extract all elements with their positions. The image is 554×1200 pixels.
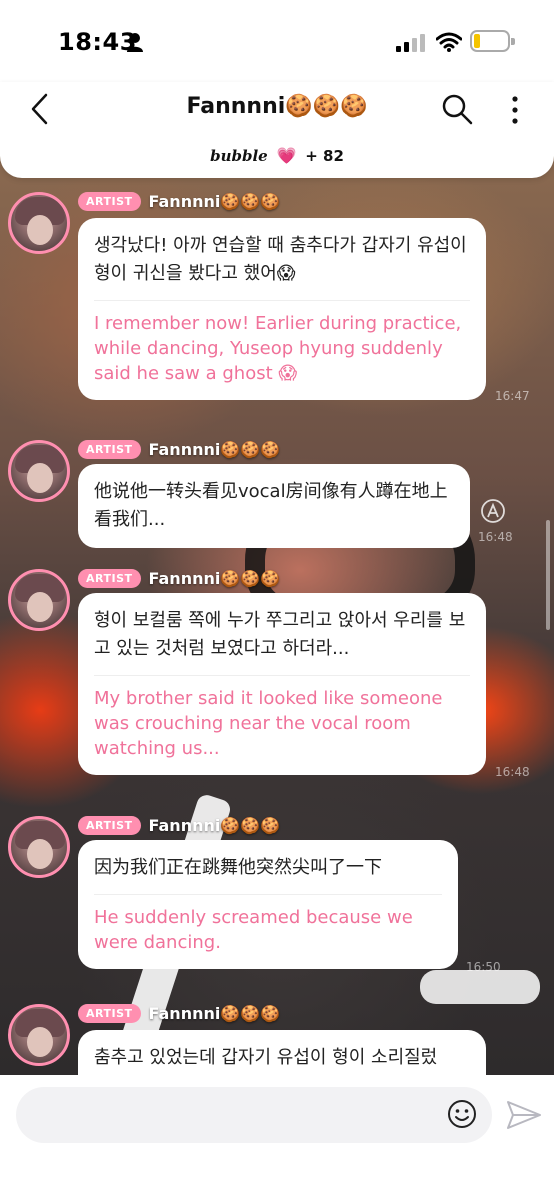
background-stripe (420, 970, 540, 1004)
message-input-bar (0, 1075, 554, 1200)
smiley-icon[interactable] (446, 1098, 478, 1130)
message-time: 16:50 (466, 960, 501, 974)
sender-name: Fannnni🍪🍪🍪 (148, 815, 281, 835)
cellular-signal-icon (396, 34, 425, 52)
message-original: 생각났다! 아까 연습할 때 춤추다가 갑자기 유섭이 형이 귀신을 봤다고 했… (94, 235, 467, 284)
sender-row: ARTIST Fannnni🍪🍪🍪 (78, 567, 280, 589)
more-vertical-icon[interactable] (500, 94, 530, 126)
bubble-logo: bubble (210, 147, 268, 165)
translate-icon[interactable] (480, 498, 506, 524)
status-bar: 18:43 (0, 0, 554, 82)
message-input[interactable] (16, 1087, 492, 1143)
message-bubble[interactable]: 他说他一转头看见vocal房间像有人蹲在地上看我们... (78, 464, 470, 548)
sender-row: ARTIST Fannnni🍪🍪🍪 (78, 190, 280, 212)
artist-badge: ARTIST (78, 1003, 141, 1023)
message-time: 16:48 (478, 530, 513, 544)
avatar[interactable] (8, 816, 70, 878)
divider (94, 675, 470, 676)
message-original: 因为我们正在跳舞他突然尖叫了一下 (94, 857, 382, 878)
message-bubble[interactable]: 因为我们正在跳舞他突然尖叫了一下 He suddenly screamed be… (78, 840, 458, 969)
chat-header: Fannnni🍪🍪🍪 bubble 💗 + 82 (0, 82, 554, 178)
artist-badge: ARTIST (78, 191, 141, 211)
subscriber-count: + 82 (305, 147, 344, 165)
message-translation: I remember now! Earlier during practice,… (94, 313, 462, 384)
sender-name: Fannnni🍪🍪🍪 (148, 568, 281, 588)
message-translation: He suddenly screamed because we were dan… (94, 907, 413, 953)
heart-icon: 💗 (276, 146, 297, 165)
sender-name: Fannnni🍪🍪🍪 (148, 1003, 281, 1023)
message-time: 16:47 (495, 389, 530, 403)
battery-icon (470, 30, 515, 52)
artist-badge: ARTIST (78, 568, 141, 588)
message-original: 他说他一转头看见vocal房间像有人蹲在地上看我们... (94, 481, 448, 530)
message-original: 춤추고 있었는데 갑자기 유섭이 형이 소리질렀 (94, 1047, 438, 1068)
sender-row: ARTIST Fannnni🍪🍪🍪 (78, 814, 280, 836)
search-icon[interactable] (440, 92, 474, 126)
artist-badge: ARTIST (78, 815, 141, 835)
message-bubble[interactable]: 생각났다! 아까 연습할 때 춤추다가 갑자기 유섭이 형이 귀신을 봤다고 했… (78, 218, 486, 400)
message-bubble[interactable]: 형이 보컬룸 쪽에 누가 쭈그리고 앉아서 우리를 보고 있는 것처럼 보였다고… (78, 593, 486, 775)
divider (94, 300, 470, 301)
avatar[interactable] (8, 1004, 70, 1066)
paper-plane-icon[interactable] (506, 1099, 542, 1131)
person-icon (127, 33, 143, 52)
avatar[interactable] (8, 440, 70, 502)
message-time: 16:48 (495, 765, 530, 779)
sender-name: Fannnni🍪🍪🍪 (148, 439, 281, 459)
message-translation: My brother said it looked like someone w… (94, 688, 443, 759)
sender-row: ARTIST Fannnni🍪🍪🍪 (78, 438, 280, 460)
wifi-icon (436, 32, 462, 52)
avatar[interactable] (8, 569, 70, 631)
artist-badge: ARTIST (78, 439, 141, 459)
avatar[interactable] (8, 192, 70, 254)
message-original: 형이 보컬룸 쪽에 누가 쭈그리고 앉아서 우리를 보고 있는 것처럼 보였다고… (94, 610, 466, 659)
sender-name: Fannnni🍪🍪🍪 (148, 191, 281, 211)
divider (94, 894, 442, 895)
subscriber-count-row[interactable]: bubble 💗 + 82 (0, 146, 554, 165)
sender-row: ARTIST Fannnni🍪🍪🍪 (78, 1002, 280, 1024)
scrollbar[interactable] (546, 520, 550, 630)
